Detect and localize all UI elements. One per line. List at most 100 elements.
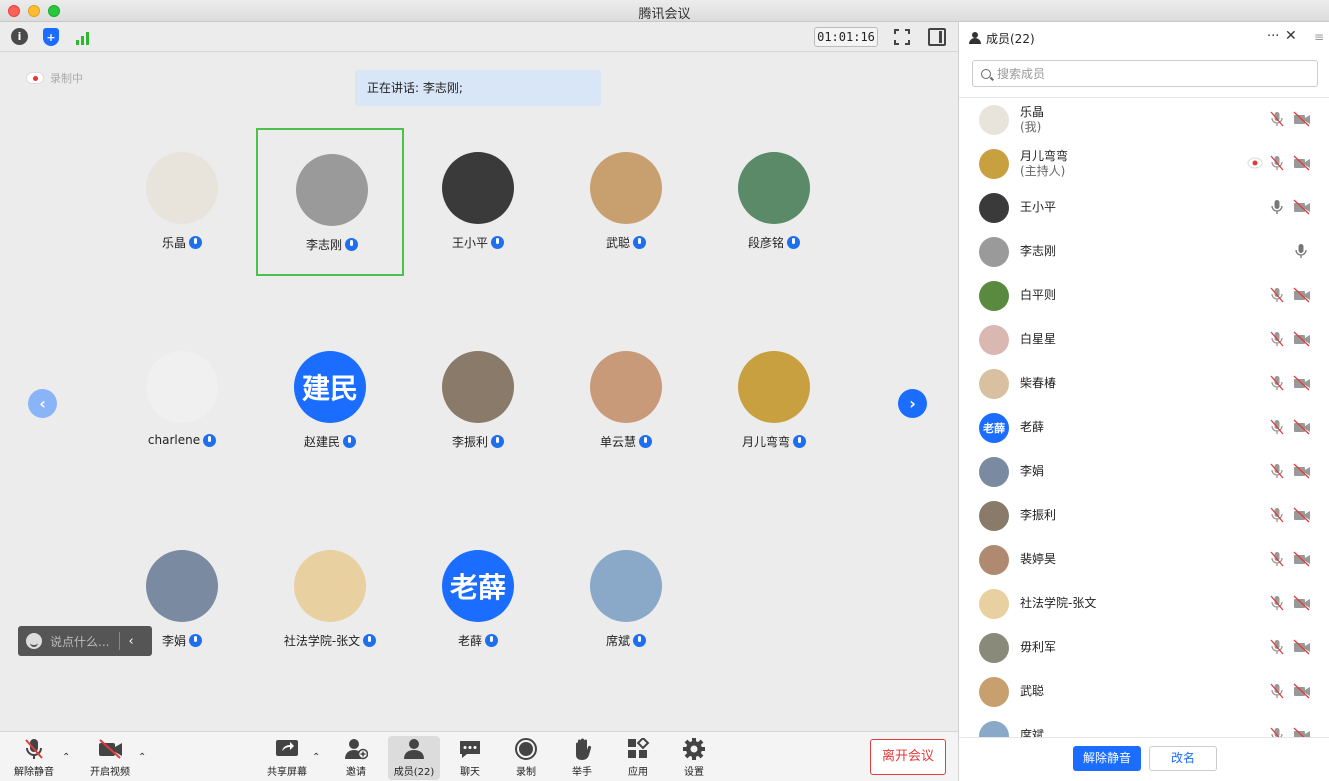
invite-button[interactable]: 邀请 bbox=[330, 736, 382, 780]
participant-tile[interactable]: 月儿弯弯 bbox=[700, 327, 848, 475]
participant-tile[interactable]: 李振利 bbox=[404, 327, 552, 475]
quick-chat-input[interactable]: 说点什么... ‹ bbox=[18, 626, 152, 656]
unmute-button[interactable]: 解除静音 bbox=[8, 736, 60, 780]
video-off-icon[interactable] bbox=[1293, 419, 1310, 435]
rename-button[interactable]: 改名 bbox=[1149, 746, 1217, 771]
video-off-icon[interactable] bbox=[1293, 199, 1310, 215]
chat-button[interactable]: 聊天 bbox=[444, 736, 496, 780]
start-video-button[interactable]: 开启视频 bbox=[84, 736, 136, 780]
mic-icon[interactable] bbox=[1293, 243, 1309, 259]
participant-tile[interactable]: 武聪 bbox=[552, 128, 700, 276]
video-off-icon[interactable] bbox=[1293, 155, 1310, 171]
next-page-button[interactable]: › bbox=[898, 389, 927, 418]
member-row[interactable]: 李志刚 bbox=[959, 230, 1329, 274]
previous-page-button[interactable]: ‹ bbox=[28, 389, 57, 418]
video-off-icon[interactable] bbox=[1293, 463, 1310, 479]
apps-button[interactable]: 应用 bbox=[612, 736, 664, 780]
participant-tile[interactable]: 席斌 bbox=[552, 526, 700, 674]
audio-options-chevron-icon[interactable]: ⌃ bbox=[62, 752, 70, 763]
participant-name-row: charlene bbox=[108, 433, 256, 447]
member-row[interactable]: 裴婷昊 bbox=[959, 538, 1329, 582]
security-shield-icon[interactable]: + bbox=[43, 28, 59, 46]
unmute-all-button[interactable]: 解除静音 bbox=[1073, 746, 1141, 771]
muted-mic-icon[interactable] bbox=[1269, 595, 1285, 611]
participant-tile[interactable]: 老薛 老薛 bbox=[404, 526, 552, 674]
apps-grid-icon bbox=[626, 736, 650, 760]
participant-name: 武聪 bbox=[605, 236, 630, 250]
member-list: 乐晶 (我) 月儿弯弯 (主持人) 王小平 李志刚白平则白星星 柴春椿 老薛 老薛 李娟 李振利 裴婷… bbox=[959, 97, 1329, 737]
member-row[interactable]: 毋利军 bbox=[959, 626, 1329, 670]
participant-name-row: 李振利 bbox=[404, 433, 552, 450]
member-row[interactable]: 白平则 bbox=[959, 274, 1329, 318]
member-row[interactable]: 李振利 bbox=[959, 494, 1329, 538]
muted-mic-icon[interactable] bbox=[1269, 287, 1285, 303]
toggle-side-panel-icon[interactable] bbox=[928, 28, 946, 46]
video-off-icon[interactable] bbox=[1293, 595, 1310, 611]
video-options-chevron-icon[interactable]: ⌃ bbox=[138, 752, 146, 763]
muted-mic-icon[interactable] bbox=[1269, 375, 1285, 391]
video-off-icon[interactable] bbox=[1293, 287, 1310, 303]
muted-mic-icon[interactable] bbox=[1269, 111, 1285, 127]
muted-mic-icon[interactable] bbox=[1269, 419, 1285, 435]
video-off-icon[interactable] bbox=[1293, 331, 1310, 347]
fullscreen-icon[interactable] bbox=[893, 28, 911, 46]
muted-mic-icon[interactable] bbox=[1269, 639, 1285, 655]
signal-strength-icon[interactable] bbox=[74, 28, 92, 46]
participant-tile[interactable]: 王小平 bbox=[404, 128, 552, 276]
more-options-icon[interactable]: ··· bbox=[1267, 29, 1279, 44]
participant-tile[interactable]: 单云慧 bbox=[552, 327, 700, 475]
avatar bbox=[979, 281, 1009, 311]
participant-tile[interactable]: charlene bbox=[108, 327, 256, 475]
mic-status-icon bbox=[787, 236, 800, 249]
member-row[interactable]: 柴春椿 bbox=[959, 362, 1329, 406]
member-row[interactable]: 月儿弯弯 (主持人) bbox=[959, 142, 1329, 186]
participant-tile[interactable]: 李志刚 bbox=[256, 128, 404, 276]
muted-mic-icon[interactable] bbox=[1269, 727, 1285, 737]
mic-icon[interactable] bbox=[1269, 199, 1285, 215]
record-button[interactable]: 录制 bbox=[500, 736, 552, 780]
video-off-icon[interactable] bbox=[1293, 375, 1310, 391]
member-row[interactable]: 武聪 bbox=[959, 670, 1329, 714]
share-screen-button[interactable]: 共享屏幕 bbox=[261, 736, 313, 780]
participant-tile[interactable]: 建民 赵建民 bbox=[256, 327, 404, 475]
member-row[interactable]: 席斌 bbox=[959, 714, 1329, 737]
avatar bbox=[738, 351, 810, 423]
muted-mic-icon[interactable] bbox=[1269, 507, 1285, 523]
member-row[interactable]: 白星星 bbox=[959, 318, 1329, 362]
video-off-icon[interactable] bbox=[1293, 507, 1310, 523]
video-off-icon[interactable] bbox=[1293, 111, 1310, 127]
close-panel-icon[interactable]: ✕ bbox=[1285, 28, 1297, 44]
participant-tile[interactable]: 社法学院-张文 bbox=[256, 526, 404, 674]
muted-mic-icon[interactable] bbox=[1269, 155, 1285, 171]
raise-hand-button[interactable]: 举手 bbox=[556, 736, 608, 780]
menu-icon[interactable]: ≡ bbox=[1314, 30, 1324, 44]
member-name-block: 白平则 bbox=[1020, 288, 1056, 303]
video-off-icon[interactable] bbox=[1293, 551, 1310, 567]
members-button[interactable]: 成员(22) bbox=[388, 736, 440, 780]
recording-indicator: 录制中 bbox=[26, 70, 83, 86]
video-off-icon[interactable] bbox=[1293, 727, 1310, 737]
leave-meeting-button[interactable]: 离开会议 bbox=[870, 739, 946, 775]
participant-tile[interactable]: 段彦铭 bbox=[700, 128, 848, 276]
emoji-icon[interactable] bbox=[26, 633, 42, 649]
member-row[interactable]: 李娟 bbox=[959, 450, 1329, 494]
member-row[interactable]: 乐晶 (我) bbox=[959, 98, 1329, 142]
video-off-icon[interactable] bbox=[1293, 639, 1310, 655]
muted-mic-icon[interactable] bbox=[1269, 331, 1285, 347]
settings-button[interactable]: 设置 bbox=[668, 736, 720, 780]
muted-mic-icon[interactable] bbox=[1269, 463, 1285, 479]
share-options-chevron-icon[interactable]: ⌃ bbox=[312, 752, 320, 763]
muted-mic-icon bbox=[22, 738, 46, 760]
participant-name: 李志刚 bbox=[305, 238, 342, 252]
member-row[interactable]: 社法学院-张文 bbox=[959, 582, 1329, 626]
member-search-input[interactable]: 搜索成员 bbox=[972, 60, 1318, 87]
member-row[interactable]: 王小平 bbox=[959, 186, 1329, 230]
member-row[interactable]: 老薛 老薛 bbox=[959, 406, 1329, 450]
muted-mic-icon[interactable] bbox=[1269, 551, 1285, 567]
video-off-icon[interactable] bbox=[1293, 683, 1310, 699]
muted-mic-icon[interactable] bbox=[1269, 683, 1285, 699]
mic-status-icon bbox=[485, 634, 498, 647]
collapse-chat-icon[interactable]: ‹ bbox=[128, 634, 133, 649]
info-icon[interactable]: i bbox=[11, 28, 28, 45]
participant-tile[interactable]: 乐晶 bbox=[108, 128, 256, 276]
